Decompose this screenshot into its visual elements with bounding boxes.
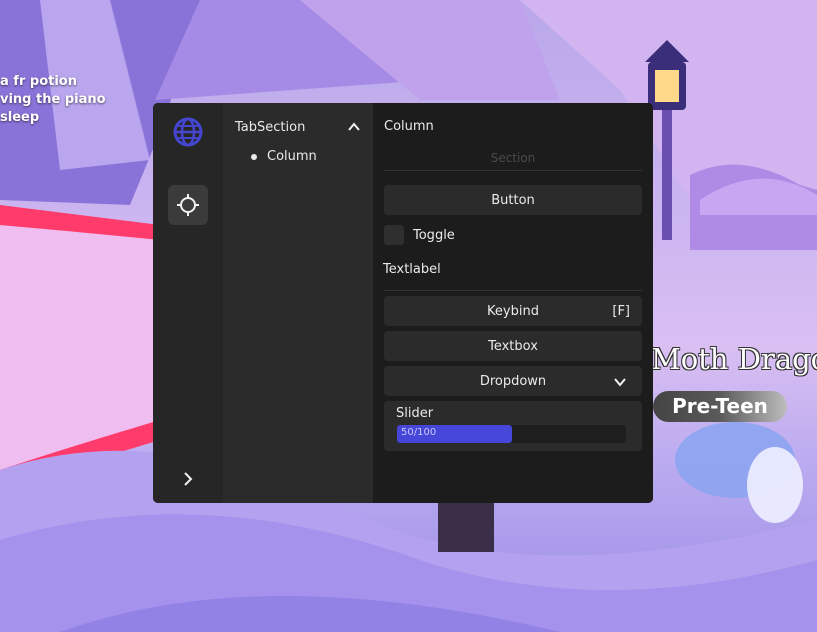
textbox-label: Textbox [488,338,538,354]
crosshair-icon [177,194,199,216]
slider-element: Slider 50/100 [384,401,642,451]
dropdown-label: Dropdown [479,373,547,389]
chat-bubble-text: a fr potion ving the piano sleep [0,73,106,127]
tab-item-column[interactable]: Column [251,149,317,164]
chevron-up-icon[interactable] [347,120,361,134]
section-divider [384,170,642,171]
dropdown-element[interactable]: Dropdown [384,366,642,396]
chevron-right-icon[interactable] [180,471,196,487]
toggle-element[interactable]: Toggle [384,225,455,245]
bullet-icon [251,153,257,160]
chat-line: a fr potion [0,74,77,89]
slider-label: Slider [396,406,434,421]
ui-library-window: TabSection Column Column Section Button … [153,103,653,503]
tab-section-title: TabSection [235,119,306,135]
tab-item-label: Column [267,149,317,164]
tab-list: TabSection Column [223,103,373,503]
slider-value: 50/100 [401,427,437,438]
column-title: Column [384,119,434,134]
chat-line: sleep [0,110,40,125]
chat-line: ving the piano [0,92,106,107]
toggle-checkbox[interactable] [384,225,404,245]
keybind-element[interactable]: Keybind [F] [384,296,642,326]
pet-name-tag: Moth Drago [651,342,817,376]
rail-tab-button[interactable] [168,185,208,225]
button-element[interactable]: Button [384,185,642,215]
chevron-down-icon[interactable] [613,375,627,389]
text-label: Textlabel [383,262,441,277]
icon-rail [153,103,223,503]
column-content: Column Section Button Toggle Textlabel K… [373,103,653,503]
globe-icon[interactable] [172,116,204,148]
keybind-key: [F] [612,303,630,319]
keybind-label: Keybind [487,303,539,319]
section-label: Section [490,151,536,165]
textlabel-divider [384,290,642,291]
slider-track[interactable]: 50/100 [397,425,626,443]
tab-section-header[interactable]: TabSection [235,119,361,135]
textbox-element[interactable]: Textbox [384,331,642,361]
button-label: Button [491,192,535,208]
pet-age-badge: Pre-Teen [653,391,787,422]
toggle-label: Toggle [413,227,455,243]
